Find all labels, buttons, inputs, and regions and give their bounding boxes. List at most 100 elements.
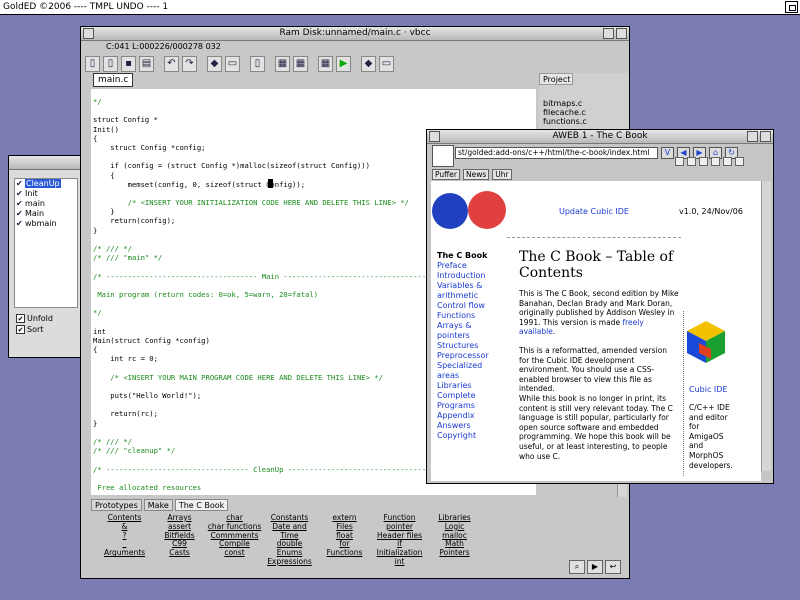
run-icon[interactable]: ▶ bbox=[336, 56, 351, 72]
function-item-init[interactable]: Init bbox=[15, 189, 77, 199]
save-icon[interactable]: ▪ bbox=[121, 56, 136, 72]
function-item-main-lower[interactable]: main bbox=[15, 199, 77, 209]
unfold-checkbox[interactable]: ✔ Unfold bbox=[16, 314, 53, 324]
cubic-ide-link[interactable]: Cubic IDE bbox=[689, 385, 727, 394]
reference-link[interactable]: Function pointer bbox=[372, 513, 427, 532]
close-gadget[interactable] bbox=[429, 131, 440, 142]
function-item-main[interactable]: Main bbox=[15, 209, 77, 219]
compile-icon[interactable]: ▦ bbox=[318, 56, 333, 72]
function-item-cleanup[interactable]: CleanUp bbox=[15, 179, 77, 189]
toc-link[interactable]: Programs bbox=[437, 401, 489, 411]
toc-link[interactable]: Copyright bbox=[437, 431, 489, 441]
toc-link[interactable]: Libraries bbox=[437, 381, 489, 391]
toc-link[interactable]: Introduction bbox=[437, 271, 489, 281]
reference-link[interactable]: const bbox=[207, 548, 262, 558]
reference-link[interactable]: Casts bbox=[152, 548, 207, 558]
toc-link[interactable]: Functions bbox=[437, 311, 489, 321]
toc-link[interactable]: Answers bbox=[437, 421, 489, 431]
screen-depth-gadget[interactable] bbox=[785, 1, 798, 13]
next-icon[interactable]: ▶ bbox=[587, 560, 603, 574]
cubic-logo-icon bbox=[432, 193, 468, 229]
editor-title: Ram Disk:unnamed/main.c · vbcc bbox=[279, 28, 431, 38]
search-icon[interactable]: ⌕ bbox=[569, 560, 585, 574]
update-link[interactable]: Update Cubic IDE bbox=[559, 207, 629, 216]
project-file[interactable]: functions.c bbox=[539, 117, 629, 126]
close-gadget[interactable] bbox=[83, 28, 94, 39]
reference-link[interactable]: Expressions bbox=[262, 557, 317, 567]
toc-link[interactable]: Control flow bbox=[437, 301, 489, 311]
reference-link[interactable]: Functions bbox=[317, 548, 372, 558]
function-item-wbmain[interactable]: wbmain bbox=[15, 219, 77, 229]
reference-link[interactable]: Arguments bbox=[97, 548, 152, 558]
comment-icon[interactable]: ▭ bbox=[225, 56, 240, 72]
redo-icon[interactable]: ↷ bbox=[182, 56, 197, 72]
sort-checkbox[interactable]: ✔ Sort bbox=[16, 325, 43, 335]
reference-link[interactable]: Date and Time bbox=[262, 522, 317, 541]
toc-link[interactable]: Variables & bbox=[437, 281, 489, 291]
print-icon[interactable]: ▤ bbox=[139, 56, 154, 72]
url-field[interactable]: st/golded:add-ons/c++/html/the-c-book/in… bbox=[455, 147, 658, 159]
reference-buttons: ⌕ ▶ ↩ bbox=[569, 560, 621, 574]
toc-link[interactable]: Structures bbox=[437, 341, 489, 351]
grid-icon[interactable]: ▦ bbox=[293, 56, 308, 72]
bottom-tabs: Prototypes Make The C Book bbox=[91, 498, 629, 512]
hotlist-uhr[interactable]: Uhr bbox=[492, 169, 512, 180]
page-content: Update Cubic IDE v1.0, 24/Nov/06 The C B… bbox=[431, 181, 761, 481]
stop-icon[interactable] bbox=[675, 157, 684, 166]
toc-link[interactable]: Preprocessor bbox=[437, 351, 489, 361]
history-dropdown[interactable]: V bbox=[661, 147, 674, 159]
divider bbox=[507, 237, 681, 238]
tab-make[interactable]: Make bbox=[143, 499, 173, 511]
image-icon[interactable] bbox=[687, 157, 696, 166]
text-cursor bbox=[268, 179, 273, 188]
project-icon[interactable]: ◆ bbox=[361, 56, 376, 72]
editor-toolbar: ▯ ▯ ▪ ▤ ↶ ↷ ◆ ▭ ▯ ▦ ▦ ▦ ▶ ◆ ▭ bbox=[81, 53, 629, 75]
intro-paragraph: This is The C Book, second edition by Mi… bbox=[519, 289, 679, 337]
file-tab-main[interactable]: main.c bbox=[93, 73, 134, 87]
toc-link[interactable]: pointers bbox=[437, 331, 489, 341]
reference-column: Contents &? _ Arguments bbox=[97, 513, 152, 567]
toc-link[interactable]: Arrays & bbox=[437, 321, 489, 331]
browser-titlebar[interactable]: AWEB 1 - The C Book bbox=[427, 130, 773, 144]
depth-gadget[interactable] bbox=[760, 131, 771, 142]
function-list-titlebar[interactable] bbox=[9, 156, 85, 170]
reference-link[interactable]: int bbox=[372, 557, 427, 567]
hotlist-icon[interactable] bbox=[723, 157, 732, 166]
hotlist-puffer[interactable]: Puffer bbox=[432, 169, 461, 180]
save-icon[interactable] bbox=[699, 157, 708, 166]
tab-prototypes[interactable]: Prototypes bbox=[91, 499, 142, 511]
zoom-gadget[interactable] bbox=[747, 131, 758, 142]
reference-grid: Contents &? _ Arguments Arrays assert Bitfield… bbox=[97, 513, 537, 566]
palette-icon[interactable]: ◆ bbox=[207, 56, 222, 72]
browser-scrollbar[interactable] bbox=[761, 181, 771, 471]
hotlist-news[interactable]: News bbox=[463, 169, 490, 180]
reference-link[interactable]: Pointers bbox=[427, 548, 482, 558]
toc-link[interactable]: Complete bbox=[437, 391, 489, 401]
toc-link[interactable]: areas bbox=[437, 371, 489, 381]
tab-the-c-book[interactable]: The C Book bbox=[174, 499, 229, 511]
back-icon[interactable]: ↩ bbox=[605, 560, 621, 574]
project-tab[interactable]: Project bbox=[539, 73, 573, 85]
project-file[interactable]: bitmaps.c bbox=[539, 99, 629, 108]
paragraph-relevant: While this book is no longer in print, i… bbox=[519, 394, 673, 461]
aweb-logo bbox=[432, 145, 454, 167]
toc-link[interactable]: Specialized bbox=[437, 361, 489, 371]
help-icon[interactable]: ▭ bbox=[379, 56, 394, 72]
code-line: struct Config * bbox=[93, 115, 158, 125]
book-icon[interactable]: ▦ bbox=[275, 56, 290, 72]
toc-link[interactable]: Preface bbox=[437, 261, 489, 271]
document-icon[interactable]: ▯ bbox=[250, 56, 265, 72]
zoom-gadget[interactable] bbox=[603, 28, 614, 39]
toc-link[interactable]: Appendix bbox=[437, 411, 489, 421]
open-file-icon[interactable]: ▯ bbox=[103, 56, 118, 72]
editor-titlebar[interactable]: Ram Disk:unnamed/main.c · vbcc bbox=[81, 27, 629, 41]
browser-title: AWEB 1 - The C Book bbox=[552, 131, 648, 141]
depth-gadget[interactable] bbox=[616, 28, 627, 39]
cubic-ide-desc: C/C++ IDE and editor for AmigaOS and Mor… bbox=[689, 403, 733, 470]
new-file-icon[interactable]: ▯ bbox=[85, 56, 100, 72]
print-icon[interactable] bbox=[711, 157, 720, 166]
project-file[interactable]: filecache.c bbox=[539, 108, 629, 117]
toc-link[interactable]: arithmetic bbox=[437, 291, 489, 301]
settings-icon[interactable] bbox=[735, 157, 744, 166]
undo-icon[interactable]: ↶ bbox=[164, 56, 179, 72]
